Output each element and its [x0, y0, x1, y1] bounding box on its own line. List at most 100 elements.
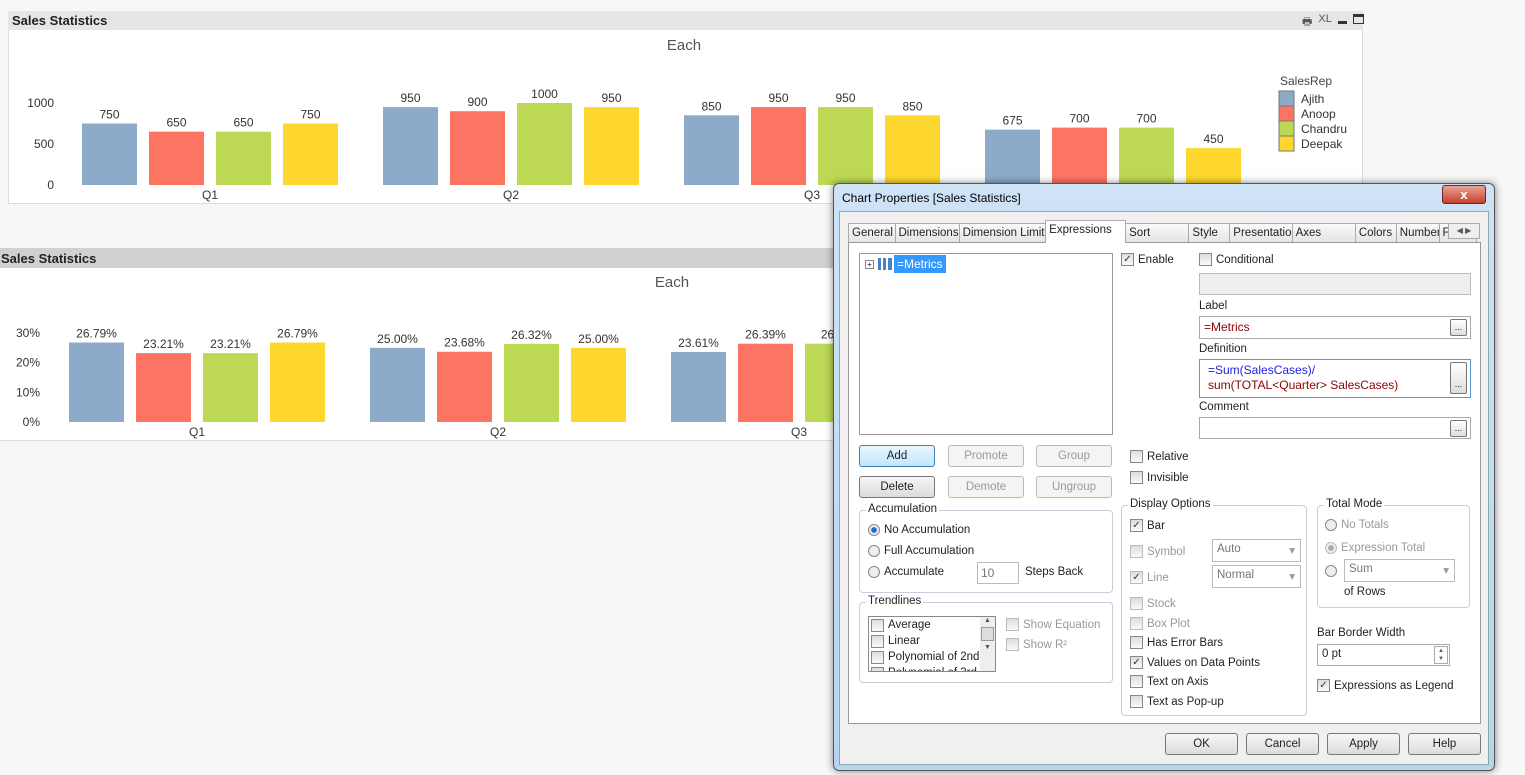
- definition-line-1: =Sum(SalesCases)/: [1208, 363, 1316, 377]
- expression-tree[interactable]: + =Metrics: [859, 253, 1113, 435]
- trendline-checkbox[interactable]: [871, 618, 884, 632]
- tab-axes[interactable]: Axes: [1291, 223, 1356, 242]
- x-tick-label: Q2: [490, 425, 506, 439]
- symbol-checkbox[interactable]: Symbol: [1130, 545, 1185, 558]
- trendlines-scrollbar[interactable]: ▲ ▼: [980, 617, 995, 671]
- data-label: 26.32%: [511, 328, 552, 342]
- steps-back-stepper[interactable]: 10: [977, 562, 1019, 584]
- help-button[interactable]: Help: [1408, 733, 1481, 755]
- bar-checkbox[interactable]: ✓ Bar: [1130, 519, 1165, 532]
- display-options-group: Display Options ✓Bar Symbol Auto ✓Line N…: [1121, 498, 1307, 716]
- tab-scroll-arrows[interactable]: ◀ ▶: [1448, 223, 1480, 239]
- bar-anoop-q1: [136, 353, 191, 422]
- group-button[interactable]: Group: [1036, 445, 1112, 467]
- sum-select[interactable]: Sum: [1344, 559, 1455, 582]
- bar-chandru-q3: [818, 107, 873, 185]
- ok-button[interactable]: OK: [1165, 733, 1238, 755]
- tab-dimension-limits[interactable]: Dimension Limits: [958, 223, 1047, 242]
- text-as-popup-checkbox[interactable]: Text as Pop-up: [1130, 695, 1224, 708]
- ungroup-button[interactable]: Ungroup: [1036, 476, 1112, 498]
- label-ellipsis-button[interactable]: ...: [1450, 319, 1467, 336]
- show-equation-checkbox[interactable]: Show Equation: [1006, 618, 1100, 631]
- error-bars-label: Has Error Bars: [1147, 636, 1224, 649]
- x-tick-label: Q3: [791, 425, 807, 439]
- expression-total-radio[interactable]: Expression Total: [1325, 542, 1425, 554]
- apply-button[interactable]: Apply: [1327, 733, 1400, 755]
- no-totals-radio[interactable]: No Totals: [1325, 519, 1389, 531]
- trendline-item[interactable]: Linear: [871, 633, 995, 649]
- data-label: 750: [300, 108, 320, 122]
- tab-general[interactable]: General: [848, 223, 896, 242]
- tab-expressions[interactable]: Expressions: [1045, 220, 1127, 243]
- label-title: Label: [1199, 300, 1228, 312]
- trendline-item[interactable]: Polynomial of 3rd d: [871, 665, 995, 671]
- expand-icon[interactable]: +: [865, 260, 874, 269]
- bar-chandru-q2: [504, 343, 559, 422]
- cancel-button[interactable]: Cancel: [1246, 733, 1319, 755]
- legend-item-anoop: Anoop: [1301, 107, 1336, 121]
- trendline-checkbox[interactable]: [871, 650, 884, 664]
- show-r2-checkbox[interactable]: Show R²: [1006, 638, 1067, 651]
- accumulate-radio[interactable]: Accumulate: [868, 566, 944, 578]
- tab-sort[interactable]: Sort: [1125, 223, 1190, 242]
- close-button[interactable]: x: [1442, 185, 1486, 204]
- expression-item[interactable]: =Metrics: [894, 255, 946, 273]
- trendlines-list[interactable]: Average Linear Polynomial of 2nd d Polynomi…: [868, 616, 996, 672]
- line-checkbox[interactable]: ✓ Line: [1130, 571, 1169, 584]
- minimize-icon[interactable]: [1337, 21, 1347, 24]
- trendline-checkbox[interactable]: [871, 666, 884, 671]
- show-equation-label: Show Equation: [1023, 618, 1101, 631]
- bar-border-width-stepper[interactable]: 0 pt ▲ ▼: [1317, 644, 1450, 666]
- delete-button[interactable]: Delete: [859, 476, 935, 498]
- comment-input[interactable]: ...: [1199, 417, 1471, 439]
- stock-label: Stock: [1147, 597, 1176, 610]
- full-accumulation-radio[interactable]: Full Accumulation: [868, 545, 974, 557]
- bottom-chart-caption-bar[interactable]: [0, 248, 840, 268]
- conditional-input[interactable]: [1199, 273, 1471, 295]
- label-input[interactable]: =Metrics...: [1199, 316, 1471, 339]
- bar-ajith-q3: [684, 115, 739, 185]
- legend-title: SalesRep: [1280, 74, 1332, 88]
- comment-ellipsis-button[interactable]: ...: [1450, 420, 1467, 437]
- invisible-checkbox[interactable]: Invisible: [1130, 471, 1189, 484]
- maximize-icon[interactable]: [1352, 14, 1364, 24]
- symbol-select[interactable]: Auto: [1212, 539, 1301, 562]
- definition-input[interactable]: =Sum(SalesCases)/ sum(TOTAL<Quarter> Sal…: [1199, 359, 1471, 398]
- data-label: 950: [601, 91, 621, 105]
- error-bars-checkbox[interactable]: Has Error Bars: [1130, 636, 1223, 649]
- bar-ajith-q1: [82, 123, 137, 185]
- data-label: 950: [835, 91, 855, 105]
- add-button[interactable]: Add: [859, 445, 935, 467]
- trendline-checkbox[interactable]: [871, 634, 884, 648]
- tab-dimensions[interactable]: Dimensions: [894, 223, 960, 242]
- relative-checkbox[interactable]: Relative: [1130, 450, 1189, 463]
- text-on-axis-checkbox[interactable]: Text on Axis: [1130, 675, 1208, 688]
- enable-checkbox[interactable]: ✓ Enable: [1121, 253, 1174, 266]
- definition-ellipsis-button[interactable]: ...: [1450, 362, 1467, 394]
- sum-rows-radio[interactable]: [1325, 565, 1337, 577]
- promote-button[interactable]: Promote: [948, 445, 1024, 467]
- trendline-item[interactable]: Average: [871, 617, 995, 633]
- tab-colors[interactable]: Colors: [1354, 223, 1397, 242]
- values-on-data-points-checkbox[interactable]: ✓ Values on Data Points: [1130, 656, 1260, 669]
- no-accumulation-radio[interactable]: No Accumulation: [868, 524, 970, 536]
- bar-ajith-q1: [69, 342, 124, 422]
- top-bar-chart: Each 0 500 1000 750 650 650 750 Q1 950 900 1000 950 Q…: [27, 37, 1347, 202]
- conditional-checkbox[interactable]: Conditional: [1199, 253, 1274, 266]
- stock-checkbox[interactable]: Stock: [1130, 597, 1176, 610]
- tab-style[interactable]: Style: [1188, 223, 1231, 242]
- expressions-tab-content: + =Metrics ✓ Enable Conditional Label =Me…: [848, 242, 1481, 724]
- top-chart-caption-bar[interactable]: [8, 11, 1363, 30]
- enable-label: Enable: [1138, 253, 1174, 266]
- y-tick-label: 1000: [27, 96, 54, 110]
- data-label: 23.21%: [210, 337, 251, 351]
- bar-anoop-q3: [738, 343, 793, 422]
- demote-button[interactable]: Demote: [948, 476, 1024, 498]
- expressions-as-legend-checkbox[interactable]: ✓ Expressions as Legend: [1317, 679, 1454, 692]
- tab-number[interactable]: Number: [1395, 223, 1440, 242]
- tab-presentation[interactable]: Presentation: [1229, 223, 1293, 242]
- trendline-item[interactable]: Polynomial of 2nd d: [871, 649, 995, 665]
- box-plot-checkbox[interactable]: Box Plot: [1130, 617, 1190, 630]
- line-select[interactable]: Normal: [1212, 565, 1301, 588]
- data-label: 1000: [531, 87, 558, 101]
